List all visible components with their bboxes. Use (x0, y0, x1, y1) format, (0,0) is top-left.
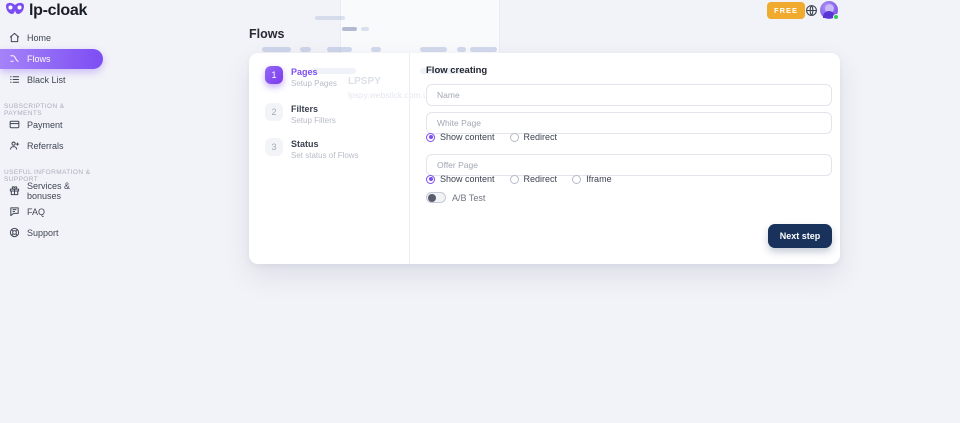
ab-test-label: A/B Test (452, 193, 485, 203)
ab-test-toggle[interactable] (426, 192, 446, 203)
modal-divider (409, 53, 410, 264)
user-avatar[interactable] (820, 1, 838, 19)
sidebar-item-label: Services & bonuses (27, 181, 103, 201)
toggle-knob (428, 194, 436, 202)
step-title: Filters (291, 103, 336, 114)
radio-white-show-content[interactable]: Show content (426, 132, 495, 142)
ghost-bar (342, 27, 357, 31)
ghost-pill (420, 47, 447, 52)
flows-icon (9, 53, 20, 66)
sidebar-item-support[interactable]: Support (0, 223, 103, 243)
sidebar-item-label: Payment (27, 120, 63, 130)
step-subtitle: Setup Pages (291, 79, 337, 88)
next-step-button[interactable]: Next step (768, 224, 832, 248)
ghost-pill (457, 47, 466, 52)
ghost-bar (315, 16, 345, 20)
sidebar-item-flows[interactable]: Flows (0, 49, 103, 69)
offer-page-options: Show content Redirect Iframe (426, 174, 612, 184)
sidebar: lp-cloak Home Flows Black List Subscript… (0, 0, 110, 423)
step-pages[interactable]: 1 Pages Setup Pages (265, 66, 405, 88)
ghost-pill (300, 47, 311, 52)
radio-white-redirect[interactable]: Redirect (510, 132, 558, 142)
list-icon (9, 74, 20, 87)
language-globe-icon[interactable] (805, 4, 818, 17)
flow-creating-modal: LPSPY lpspy.webstick.com.ua 1 Pages Setu… (249, 53, 840, 264)
radio-unselected-icon (510, 133, 519, 142)
sidebar-item-black-list[interactable]: Black List (0, 70, 103, 90)
gift-icon (9, 185, 20, 198)
chat-icon (9, 206, 20, 219)
step-title: Status (291, 138, 359, 149)
page-title: Flows (249, 27, 284, 41)
flow-name-input[interactable] (426, 84, 832, 106)
sidebar-item-faq[interactable]: FAQ (0, 202, 103, 222)
step-title: Pages (291, 66, 337, 77)
lifebuoy-icon (9, 227, 20, 240)
radio-offer-show-content[interactable]: Show content (426, 174, 495, 184)
step-status[interactable]: 3 Status Set status of Flows (265, 138, 405, 160)
home-icon (9, 32, 20, 45)
logo-text: lp-cloak (29, 2, 87, 20)
ghost-bar (361, 27, 369, 31)
sidebar-item-payment[interactable]: Payment (0, 115, 103, 135)
sidebar-item-referrals[interactable]: Referrals (0, 136, 103, 156)
sidebar-item-label: Black List (27, 75, 66, 85)
radio-offer-iframe[interactable]: Iframe (572, 174, 612, 184)
step-subtitle: Setup Filters (291, 116, 336, 125)
radio-unselected-icon (510, 175, 519, 184)
white-page-input[interactable] (426, 112, 832, 134)
sidebar-item-label: Referrals (27, 141, 64, 151)
sidebar-item-label: Home (27, 33, 51, 43)
app-window: lp-cloak Home Flows Black List Subscript… (0, 0, 960, 423)
ghost-pill (327, 47, 352, 52)
sidebar-item-label: Flows (27, 54, 51, 64)
flow-form: Flow creating Show content Redirect Show… (426, 53, 832, 264)
radio-selected-icon (426, 175, 435, 184)
sidebar-item-label: FAQ (27, 207, 45, 217)
step-number-badge: 2 (265, 103, 283, 121)
ghost-pill (371, 47, 381, 52)
radio-unselected-icon (572, 175, 581, 184)
step-number-badge: 3 (265, 138, 283, 156)
step-filters[interactable]: 2 Filters Setup Filters (265, 103, 405, 125)
referral-icon (9, 140, 20, 153)
ghost-row-subtitle: lpspy.webstick.com.ua (348, 90, 432, 100)
white-page-options: Show content Redirect (426, 132, 557, 142)
modal-title: Flow creating (426, 65, 487, 76)
sidebar-item-label: Support (27, 228, 59, 238)
logo[interactable]: lp-cloak (5, 2, 87, 20)
step-number-badge: 1 (265, 66, 283, 84)
credit-card-icon (9, 119, 20, 132)
ghost-pill (262, 47, 291, 52)
radio-selected-icon (426, 133, 435, 142)
radio-offer-redirect[interactable]: Redirect (510, 174, 558, 184)
online-status-dot (833, 14, 839, 20)
mask-logo-icon (5, 2, 25, 20)
step-subtitle: Set status of Flows (291, 151, 359, 160)
ghost-pill (470, 47, 497, 52)
offer-page-input[interactable] (426, 154, 832, 176)
ab-test-row: A/B Test (426, 192, 485, 203)
free-plan-badge[interactable]: FREE (767, 2, 805, 19)
sidebar-item-home[interactable]: Home (0, 28, 103, 48)
sidebar-item-services-bonuses[interactable]: Services & bonuses (0, 181, 103, 201)
